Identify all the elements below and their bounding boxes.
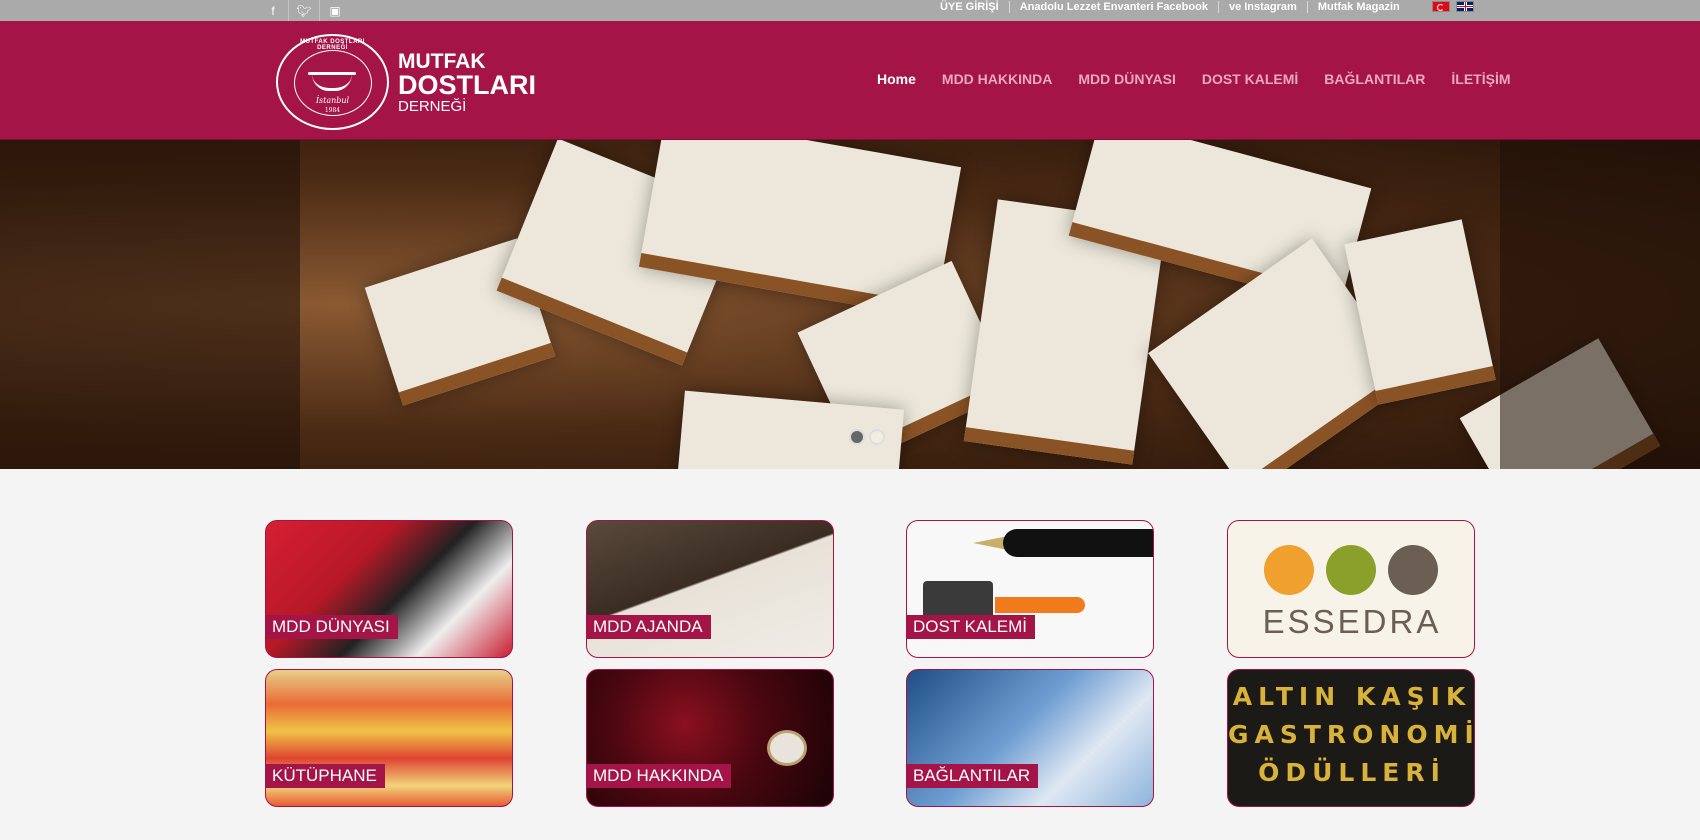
instagram-link[interactable]: ve Instagram: [1217, 1, 1307, 13]
tile-label: KÜTÜPHANE: [266, 764, 385, 788]
medal-icon: [767, 730, 807, 766]
magazine-link[interactable]: Mutfak Magazin: [1306, 1, 1410, 13]
site-logo[interactable]: MUTFAK DOSTLARI DERNEĞİ İstanbul 1984 MUT…: [276, 34, 536, 130]
twitter-icon[interactable]: 🐦︎: [289, 0, 320, 21]
tile-mdd-ajanda[interactable]: MDD AJANDA: [586, 520, 834, 658]
tile-label: MDD HAKKINDA: [587, 764, 732, 788]
member-login-link[interactable]: ÜYE GİRİŞİ: [940, 1, 1009, 13]
tile-altin-kasik[interactable]: ALTIN KAŞIK GASTRONOMİ ÖDÜLLERİ: [1227, 669, 1475, 807]
instagram-icon[interactable]: ▣: [320, 0, 350, 21]
tile-label: BAĞLANTILAR: [907, 764, 1039, 788]
slider-dot-1[interactable]: [849, 429, 865, 445]
main-nav: Home MDD HAKKINDA MDD DÜNYASI DOST KALEM…: [877, 71, 1511, 87]
tile-label: MDD AJANDA: [587, 615, 711, 639]
nav-iletisim[interactable]: İLETİŞİM: [1451, 71, 1510, 87]
tile-dost-kalemi[interactable]: DOST KALEMİ: [906, 520, 1154, 658]
carrot-icon: [995, 597, 1085, 613]
slider-dots: [849, 429, 885, 445]
uk-flag-icon[interactable]: [1456, 1, 1474, 12]
nav-dost-kalemi[interactable]: DOST KALEMİ: [1202, 71, 1298, 87]
turkish-flag-icon[interactable]: [1432, 1, 1450, 12]
feature-tiles: MDD DÜNYASI MDD AJANDA DOST KALEMİ ESSED…: [265, 520, 1476, 810]
language-switcher: [1432, 1, 1474, 12]
essedra-logo-text: ESSEDRA: [1262, 603, 1442, 640]
nav-mdd-hakkinda[interactable]: MDD HAKKINDA: [942, 71, 1052, 87]
person-icon: [1264, 545, 1314, 595]
nav-baglantilar[interactable]: BAĞLANTILAR: [1324, 71, 1425, 87]
social-links: f 🐦︎ ▣: [258, 0, 350, 21]
facebook-inventory-link[interactable]: Anadolu Lezzet Envanteri Facebook: [1008, 1, 1218, 13]
tile-kutuphane[interactable]: KÜTÜPHANE: [265, 669, 513, 807]
nav-mdd-dunyasi[interactable]: MDD DÜNYASI: [1078, 71, 1176, 87]
facebook-icon[interactable]: f: [258, 0, 289, 21]
nav-home[interactable]: Home: [877, 71, 916, 87]
hero-slider[interactable]: [0, 140, 1700, 469]
site-header: MUTFAK DOSTLARI DERNEĞİ İstanbul 1984 MUT…: [0, 21, 1700, 140]
tile-mdd-dunyasi[interactable]: MDD DÜNYASI: [265, 520, 513, 658]
tile-mdd-hakkinda[interactable]: MDD HAKKINDA: [586, 669, 834, 807]
grain-icon: [1388, 545, 1438, 595]
logo-text: MUTFAK DOSTLARI DERNEĞİ: [398, 49, 536, 115]
tile-essedra[interactable]: ESSEDRA: [1227, 520, 1475, 658]
tile-baglantilar[interactable]: BAĞLANTILAR: [906, 669, 1154, 807]
altin-kasik-text: ALTIN KAŞIK GASTRONOMİ ÖDÜLLERİ: [1228, 682, 1475, 787]
tile-label: MDD DÜNYASI: [266, 615, 398, 639]
top-links: ÜYE GİRİŞİ Anadolu Lezzet Envanteri Face…: [940, 0, 1410, 14]
slider-dot-2[interactable]: [869, 429, 885, 445]
top-bar: f 🐦︎ ▣ ÜYE GİRİŞİ Anadolu Lezzet Envante…: [0, 0, 1700, 21]
emblem-city: İstanbul 1984: [315, 96, 350, 114]
tile-label: DOST KALEMİ: [907, 615, 1035, 639]
leaf-icon: [1326, 545, 1376, 595]
logo-emblem: MUTFAK DOSTLARI DERNEĞİ İstanbul 1984: [276, 34, 389, 130]
